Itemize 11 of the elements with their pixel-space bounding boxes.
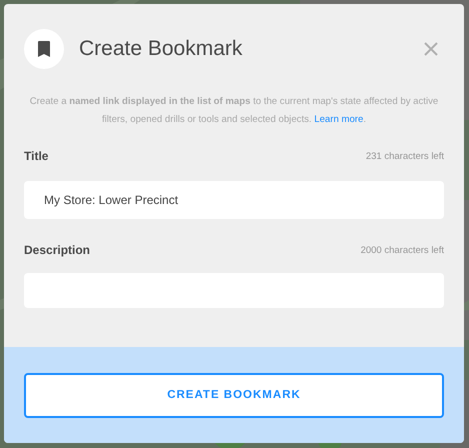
dialog-title: Create Bookmark [79, 37, 244, 61]
character-counter: 2000 characters left [360, 244, 444, 256]
close-icon[interactable] [424, 42, 438, 56]
learn-more-link[interactable]: Learn more [314, 114, 364, 125]
character-counter: 231 characters left [366, 150, 444, 162]
create-bookmark-button[interactable]: CREATE BOOKMARK [24, 372, 444, 418]
field-label: Description [24, 243, 90, 257]
intro-text: Create a named link displayed in the list of maps to the current map's state affected by active filters, opened drills or tools and selected objects. Learn more. [28, 95, 440, 127]
input-field[interactable]: My Store: Lower Precinct [24, 181, 444, 219]
bookmark-icon [24, 29, 64, 69]
field-label: Title [24, 149, 48, 163]
